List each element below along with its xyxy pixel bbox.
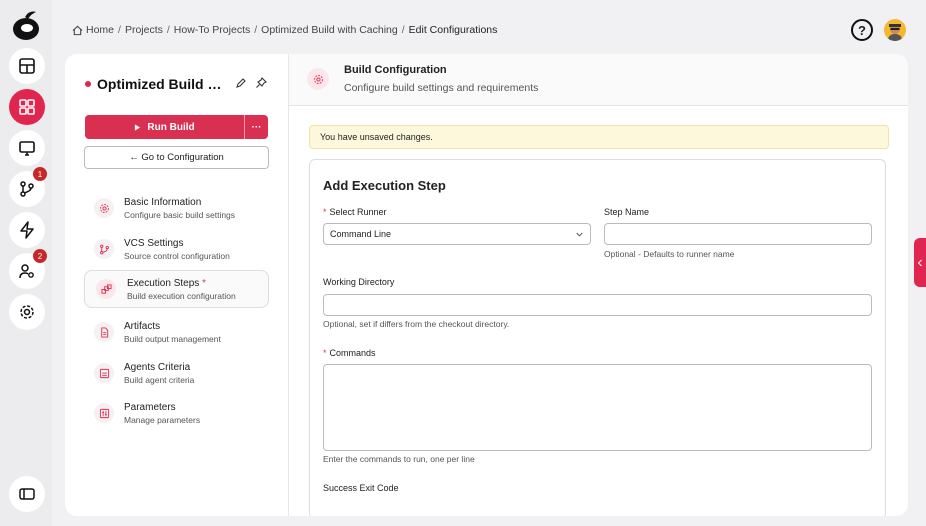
sidebar-toggle-icon xyxy=(19,488,35,500)
gear-icon xyxy=(313,74,323,84)
breadcrumb-home[interactable]: Home xyxy=(86,24,114,36)
nav-vcs-settings[interactable]: VCS Settings Source control configuration xyxy=(84,230,269,268)
grid-icon xyxy=(19,99,35,115)
gear-icon xyxy=(99,203,109,213)
nav-title: Basic Information xyxy=(124,196,202,208)
user-settings-icon xyxy=(19,264,34,279)
projects-rail-button[interactable] xyxy=(9,89,45,125)
play-icon xyxy=(135,123,141,131)
chevron-left-icon xyxy=(917,259,922,266)
file-icon xyxy=(100,326,108,338)
lightning-icon xyxy=(20,221,34,239)
monitor-icon xyxy=(19,141,35,156)
section-header: Build Configuration Configure build sett… xyxy=(289,54,908,106)
step-name-input[interactable] xyxy=(604,223,872,245)
breadcrumb-build[interactable]: Optimized Build with Caching xyxy=(261,24,398,36)
breadcrumb-howto-projects[interactable]: How-To Projects xyxy=(174,24,250,36)
nav-parameters[interactable]: Parameters Manage parameters xyxy=(84,394,269,432)
section-subtitle: Configure build settings and requirement… xyxy=(344,82,539,94)
commands-hint: Enter the commands to run, one per line xyxy=(323,454,475,464)
vcs-rail-button[interactable]: 1 xyxy=(9,167,47,207)
runner-select-value: Command Line xyxy=(330,229,392,239)
run-build-label: Run Build xyxy=(147,121,195,133)
go-to-configuration-button[interactable]: ← Go to Configuration xyxy=(84,146,269,169)
run-options-button[interactable]: ··· xyxy=(244,115,268,139)
nav-title: Artifacts xyxy=(124,320,161,332)
unsaved-changes-warning: You have unsaved changes. xyxy=(309,125,889,149)
nav-title: Execution Steps * xyxy=(127,277,206,289)
nav-execution-steps[interactable]: Execution Steps * Build execution configu… xyxy=(84,270,269,308)
icon-rail: 1 2 xyxy=(0,0,52,526)
working-directory-label: Working Directory xyxy=(323,277,395,287)
nav-artifacts[interactable]: Artifacts Build output management xyxy=(84,313,269,351)
runner-label: * Select Runner xyxy=(323,207,387,217)
run-build-main[interactable]: Run Build xyxy=(85,115,244,139)
unsaved-marker: * xyxy=(202,277,206,289)
commands-label: * Commands xyxy=(323,348,376,358)
step-name-label: Step Name xyxy=(604,207,650,217)
pin-icon[interactable] xyxy=(255,77,267,89)
users-badge: 2 xyxy=(33,249,47,263)
dashboard-rail-button[interactable] xyxy=(9,48,45,84)
step-name-hint: Optional - Defaults to runner name xyxy=(604,249,735,259)
agents-rail-button[interactable] xyxy=(9,130,45,166)
nav-subtitle: Manage parameters xyxy=(124,414,201,425)
nav-subtitle: Build execution configuration xyxy=(127,290,236,301)
project-title-row: Optimized Build with Caching xyxy=(85,76,231,92)
run-build-button[interactable]: Run Build ··· xyxy=(85,115,268,139)
vcs-badge: 1 xyxy=(33,167,47,181)
nav-subtitle: Source control configuration xyxy=(124,250,230,261)
breadcrumb-current: Edit Configurations xyxy=(408,24,498,36)
users-rail-button[interactable]: 2 xyxy=(9,249,47,289)
nav-title: Agents Criteria xyxy=(124,361,191,373)
nav-agents-criteria[interactable]: Agents Criteria Build agent criteria xyxy=(84,354,269,392)
nav-subtitle: Build agent criteria xyxy=(124,374,195,385)
status-dot xyxy=(85,81,91,87)
settings-rail-button[interactable] xyxy=(9,294,45,330)
home-icon xyxy=(72,25,83,35)
gear-icon xyxy=(20,305,34,319)
edit-icon[interactable] xyxy=(235,77,247,89)
working-directory-hint: Optional, set if differs from the checko… xyxy=(323,319,510,329)
nav-basic-information[interactable]: Basic Information Configure basic build s… xyxy=(84,189,269,227)
commands-textarea[interactable] xyxy=(323,364,872,451)
form-title: Add Execution Step xyxy=(323,178,446,193)
config-sidebar: Optimized Build with Caching Run Build ·… xyxy=(65,54,288,516)
content-panel: Build Configuration Configure build sett… xyxy=(288,54,908,516)
project-title: Optimized Build with Caching xyxy=(97,76,231,92)
chevron-down-icon xyxy=(576,232,583,237)
nav-title: VCS Settings xyxy=(124,237,184,249)
agent-icon xyxy=(99,368,109,378)
breadcrumb-projects[interactable]: Projects xyxy=(125,24,163,36)
nav-subtitle: Configure basic build settings xyxy=(124,209,236,220)
sliders-icon xyxy=(99,408,109,418)
add-execution-step-card: Add Execution Step * Select Runner Comman… xyxy=(309,159,886,516)
collapse-sidebar-button[interactable] xyxy=(9,476,45,512)
layout-icon xyxy=(19,58,35,74)
side-panel-toggle[interactable] xyxy=(914,238,926,287)
nav-subtitle: Build output management xyxy=(124,333,221,344)
avatar[interactable] xyxy=(884,19,906,41)
git-branch-icon xyxy=(20,181,34,197)
git-branch-icon xyxy=(99,244,109,254)
working-directory-input[interactable] xyxy=(323,294,872,316)
breadcrumb: Home / Projects / How-To Projects / Optimiz… xyxy=(72,24,497,36)
nav-title: Parameters xyxy=(124,401,176,413)
user-avatar-icon xyxy=(888,24,902,41)
builds-rail-button[interactable] xyxy=(9,212,45,248)
steps-icon xyxy=(100,283,112,294)
runner-select[interactable]: Command Line xyxy=(323,223,591,245)
section-title: Build Configuration xyxy=(344,64,447,76)
success-exit-code-label: Success Exit Code xyxy=(323,483,399,493)
help-button[interactable]: ? xyxy=(851,19,873,41)
app-logo-icon[interactable] xyxy=(11,8,41,42)
